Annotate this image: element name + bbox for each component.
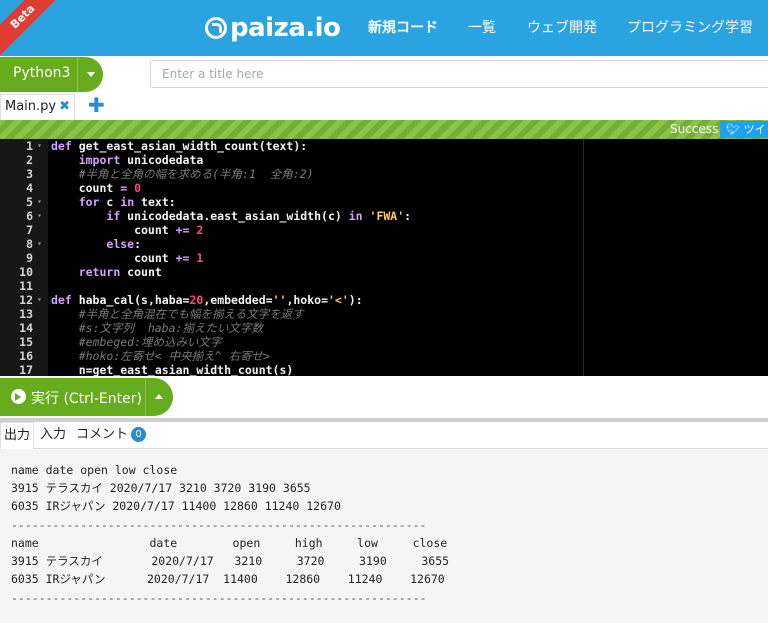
line-number: 7	[26, 223, 33, 237]
output-line: name date open low close	[11, 463, 178, 477]
play-circle-icon	[11, 389, 26, 404]
line-number: 5	[26, 195, 33, 209]
line-number: 9	[26, 251, 33, 265]
file-tab-main-py[interactable]: Main.py ✖	[0, 94, 76, 121]
run-button[interactable]: 実行 (Ctrl-Enter)	[0, 378, 173, 416]
title-input[interactable]	[150, 60, 768, 88]
output-line: ----------------------------------------…	[11, 518, 427, 532]
file-tab-label: Main.py	[5, 99, 57, 114]
status-text: Success	[670, 122, 719, 136]
paiza-logo-icon	[205, 17, 227, 39]
fold-arrow-icon[interactable]: ▾	[37, 139, 42, 153]
tab-input[interactable]: 入力	[40, 422, 66, 448]
nav-new-code[interactable]: 新規コード	[368, 17, 438, 37]
print-margin	[583, 139, 584, 376]
line-number: 11	[19, 279, 33, 293]
tab-comments-label: コメント	[76, 427, 129, 442]
line-number: 1	[26, 139, 33, 153]
tab-comments[interactable]: コメント 0	[76, 422, 147, 448]
line-number: 14	[19, 321, 33, 335]
nav-programming-learning[interactable]: プログラミング学習	[627, 17, 753, 37]
output-panel: name date open low close 3915 テラスカイ 2020…	[0, 449, 768, 623]
tweet-label: ツイ	[743, 123, 766, 136]
comment-count-badge: 0	[131, 427, 147, 442]
file-tabbar: Main.py ✖ ✚	[0, 93, 768, 121]
status-stripe	[0, 120, 768, 139]
line-number: 17	[19, 363, 33, 376]
close-icon[interactable]: ✖	[59, 99, 70, 114]
line-number: 13	[19, 307, 33, 321]
fold-arrow-icon[interactable]: ▾	[37, 195, 42, 209]
output-line: ----------------------------------------…	[11, 591, 427, 605]
language-label: Python3	[13, 65, 71, 81]
output-line: 3915 テラスカイ 2020/7/17 3210 3720 3190 3655	[11, 481, 311, 495]
line-number: 16	[19, 349, 33, 363]
output-line: 6035 IRジャパン 2020/7/17 11400 12860 11240 …	[11, 572, 445, 586]
line-number: 6	[26, 209, 33, 223]
code-editor[interactable]: 1 ▾ def get_east_asian_width_count(text): …	[0, 139, 768, 376]
run-button-separator	[145, 378, 146, 416]
tab-output[interactable]: 出力	[0, 422, 35, 449]
output-line: name date open high low close	[11, 536, 448, 550]
nav-list[interactable]: 一覧	[468, 17, 496, 37]
fold-arrow-icon[interactable]: ▾	[37, 209, 42, 223]
line-number: 2	[26, 153, 33, 167]
fold-arrow-icon[interactable]: ▾	[37, 237, 42, 251]
line-number: 10	[19, 265, 33, 279]
line-number: 8	[26, 237, 33, 251]
add-file-icon[interactable]: ✚	[88, 93, 105, 117]
output-tabbar: 出力 入力 コメント 0	[0, 422, 768, 449]
line-number: 12	[19, 293, 33, 307]
nav-web-dev[interactable]: ウェブ開発	[527, 17, 597, 37]
output-line: 6035 IRジャパン 2020/7/17 11400 12860 11240 …	[11, 499, 341, 513]
chevron-up-icon[interactable]	[155, 394, 163, 399]
line-number: 4	[26, 181, 33, 195]
fold-arrow-icon[interactable]: ▾	[37, 293, 42, 307]
language-button-separator	[77, 57, 78, 92]
logo-text: paiza.io	[230, 13, 341, 43]
output-line: 3915 テラスカイ 2020/7/17 3210 3720 3190 3655	[11, 554, 450, 568]
line-number: 3	[26, 167, 33, 181]
run-button-label: 実行 (Ctrl-Enter)	[31, 391, 142, 407]
chevron-down-icon[interactable]	[87, 72, 95, 77]
tweet-button[interactable]: 🐦︎ ツイ	[720, 121, 768, 138]
paiza-logo[interactable]: paiza.io	[205, 13, 341, 43]
line-number: 15	[19, 335, 33, 349]
language-select-button[interactable]: Python3	[0, 57, 103, 92]
